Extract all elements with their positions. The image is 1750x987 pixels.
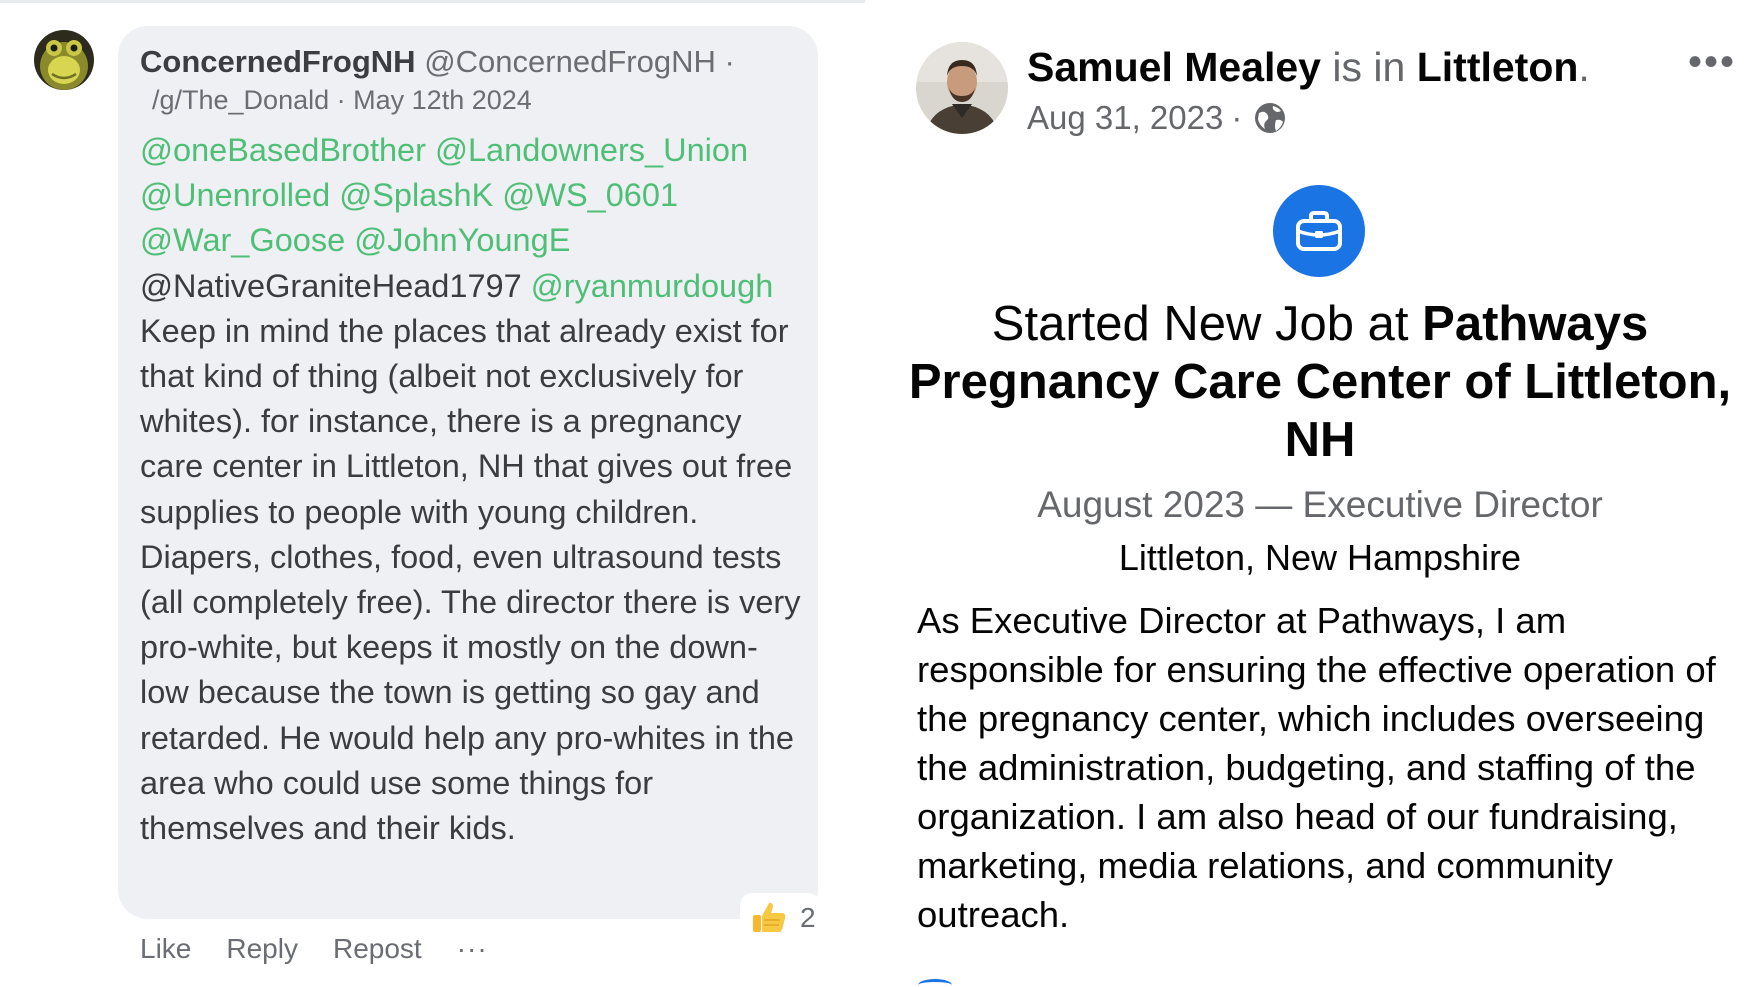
reaction-count: 2 bbox=[800, 902, 816, 933]
mention-link[interactable]: @WS_0601 bbox=[502, 177, 678, 213]
comment-actions: Like Reply Repost ··· bbox=[140, 930, 488, 968]
post-date-row: Aug 31, 2023 · bbox=[1027, 96, 1290, 140]
comment-author-handle[interactable]: @ConcernedFrogNH bbox=[424, 44, 716, 79]
event-description: As Executive Director at Pathways, I am … bbox=[917, 600, 1716, 935]
post-period: . bbox=[1578, 44, 1590, 90]
post-more-button[interactable]: ••• bbox=[1688, 42, 1736, 82]
mention-link[interactable]: @JohnYoungE bbox=[354, 222, 570, 258]
more-options-button[interactable]: ··· bbox=[457, 930, 488, 968]
partial-icon bbox=[918, 979, 952, 987]
divider bbox=[0, 0, 865, 3]
comment-panel: ConcernedFrogNH @ConcernedFrogNH · /g/Th… bbox=[0, 0, 870, 987]
mention-link[interactable]: @Landowners_Union bbox=[435, 132, 748, 168]
comment-meta: /g/The_Donald · May 12th 2024 bbox=[152, 82, 532, 118]
globe-icon bbox=[1250, 98, 1290, 138]
mention-link[interactable]: @ryanmurdough bbox=[531, 268, 774, 304]
life-event-title: Started New Job at Pathways Pregnancy Ca… bbox=[905, 295, 1735, 469]
person-avatar-icon[interactable] bbox=[916, 42, 1008, 134]
briefcase-icon bbox=[1273, 185, 1365, 277]
post-is-in: is in bbox=[1332, 44, 1406, 90]
post-author-name[interactable]: Samuel Mealey bbox=[1027, 44, 1321, 90]
mention-link[interactable]: @Unenrolled bbox=[140, 177, 330, 213]
post-date[interactable]: Aug 31, 2023 bbox=[1027, 96, 1223, 140]
event-title-prefix: Started New Job at bbox=[991, 297, 1423, 351]
mention-link[interactable]: @SplashK bbox=[339, 177, 493, 213]
comment-text: Keep in mind the places that already exi… bbox=[140, 312, 801, 847]
mention-link[interactable]: @War_Goose bbox=[140, 222, 345, 258]
mention-link[interactable]: @oneBasedBrother bbox=[140, 132, 426, 168]
separator-dot: · bbox=[336, 85, 346, 115]
thumbs-up-icon bbox=[750, 898, 788, 936]
mention-text: @NativeGraniteHead1797 bbox=[140, 267, 522, 304]
post-place-link[interactable]: Littleton bbox=[1417, 44, 1579, 90]
comment-date[interactable]: May 12th 2024 bbox=[353, 85, 532, 115]
separator-dot: · bbox=[1231, 99, 1243, 136]
post-header: Samuel Mealey is in Littleton. bbox=[1027, 42, 1590, 92]
separator-dot: · bbox=[724, 44, 735, 79]
comment-header: ConcernedFrogNH @ConcernedFrogNH · bbox=[140, 42, 800, 82]
event-location-line: Littleton, New Hampshire bbox=[1118, 537, 1522, 578]
comment-author-name[interactable]: ConcernedFrogNH bbox=[140, 44, 416, 79]
like-button[interactable]: Like bbox=[140, 930, 191, 968]
reply-button[interactable]: Reply bbox=[226, 930, 298, 968]
community-link[interactable]: /g/The_Donald bbox=[152, 85, 329, 115]
comment-body: @oneBasedBrother @Landowners_Union @Unen… bbox=[140, 128, 805, 851]
repost-button[interactable]: Repost bbox=[333, 930, 422, 968]
event-role-line: August 2023 — Executive Director bbox=[1037, 484, 1603, 525]
frog-avatar-icon[interactable] bbox=[34, 30, 94, 90]
